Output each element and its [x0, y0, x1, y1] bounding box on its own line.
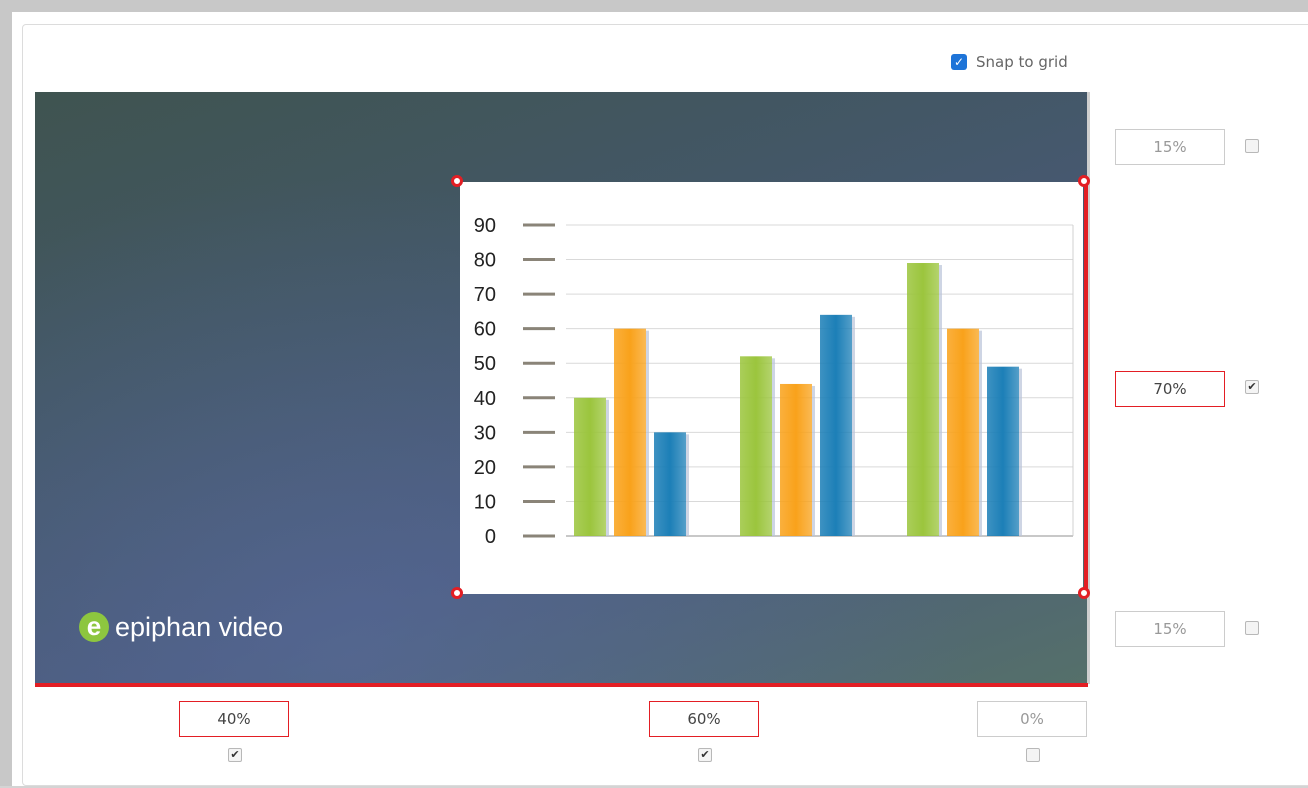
resize-handle-bottom-right[interactable] — [1078, 587, 1090, 599]
right-top-lock-checkbox[interactable] — [1245, 139, 1259, 153]
bar-shadow — [1019, 368, 1022, 536]
epiphan-logo-icon: e — [79, 612, 109, 642]
right-guide-line — [1084, 181, 1088, 593]
bar-shadow — [772, 358, 775, 536]
y-tick-label: 50 — [474, 353, 496, 375]
snap-to-grid-control[interactable]: ✓ Snap to grid — [951, 52, 1068, 72]
y-tick-label: 80 — [474, 250, 496, 272]
right-middle-percent-input[interactable]: 70% — [1115, 371, 1225, 407]
right-top-percent-input[interactable]: 15% — [1115, 129, 1225, 165]
y-tick-label: 20 — [474, 457, 496, 479]
y-tick-label: 30 — [474, 422, 496, 444]
window-top-border — [0, 0, 1308, 12]
bottom-left-percent-input[interactable]: 40% — [179, 701, 289, 737]
snap-to-grid-label: Snap to grid — [976, 53, 1068, 71]
right-bottom-lock-checkbox[interactable] — [1245, 621, 1259, 635]
bar-shadow — [606, 399, 609, 536]
bottom-middle-lock-checkbox[interactable]: ✔ — [698, 748, 712, 762]
bar — [654, 432, 686, 536]
right-bottom-percent-input[interactable]: 15% — [1115, 611, 1225, 647]
bar-shadow — [646, 330, 649, 536]
right-middle-lock-checkbox[interactable]: ✔ — [1245, 380, 1259, 394]
bar — [614, 328, 646, 536]
y-tick-label: 10 — [474, 491, 496, 513]
y-tick-label: 0 — [485, 526, 496, 548]
resize-handle-top-left[interactable] — [451, 175, 463, 187]
source-frame[interactable]: 0 10 20 30 40 50 60 70 80 90 — [460, 182, 1083, 594]
y-tick-label: 40 — [474, 388, 496, 410]
y-tick-label: 90 — [474, 215, 496, 237]
y-tick-label: 60 — [474, 319, 496, 341]
resize-handle-top-right[interactable] — [1078, 175, 1090, 187]
bottom-right-percent-input[interactable]: 0% — [977, 701, 1087, 737]
bar — [740, 356, 772, 536]
snap-to-grid-checkbox[interactable]: ✓ — [951, 54, 967, 70]
bottom-guide-line — [35, 683, 1088, 687]
bar-shadow — [852, 316, 855, 536]
epiphan-logo-text: epiphan video — [115, 611, 284, 642]
window-left-border — [0, 0, 12, 788]
bar — [987, 366, 1019, 536]
bottom-right-lock-checkbox[interactable] — [1026, 748, 1040, 762]
bar-shadow — [939, 265, 942, 536]
bottom-middle-percent-input[interactable]: 60% — [649, 701, 759, 737]
bar — [947, 328, 979, 536]
bar — [780, 383, 812, 536]
y-tick-label: 70 — [474, 284, 496, 306]
bar — [820, 314, 852, 536]
bottom-left-lock-checkbox[interactable]: ✔ — [228, 748, 242, 762]
bar-shadow — [686, 434, 689, 536]
epiphan-logo: e epiphan video — [79, 609, 283, 645]
bar — [574, 397, 606, 536]
bar-shadow — [979, 330, 982, 536]
bar — [907, 263, 939, 536]
bar-chart: 0 10 20 30 40 50 60 70 80 90 — [474, 215, 1074, 548]
bar-shadow — [812, 385, 815, 536]
resize-handle-bottom-left[interactable] — [451, 587, 463, 599]
